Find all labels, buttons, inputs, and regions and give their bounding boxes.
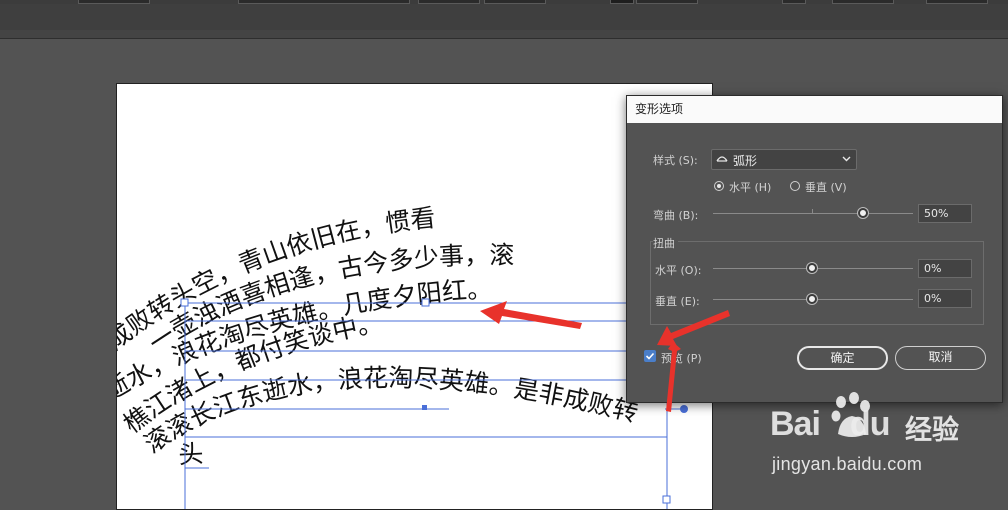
warped-text-line: 头 xyxy=(178,439,204,469)
distortion-group xyxy=(650,241,984,325)
preview-label: 预览 (P) xyxy=(661,352,702,365)
style-label: 样式 (S): xyxy=(653,154,698,167)
distortion-group-label: 扭曲 xyxy=(653,235,678,251)
style-select[interactable]: 弧形 xyxy=(711,149,857,170)
vertical-distort-field[interactable]: 0% xyxy=(918,289,972,308)
document-tab-bar xyxy=(0,4,1008,39)
preview-checkbox[interactable] xyxy=(644,350,656,362)
watermark-chinese: 经验 xyxy=(905,415,959,446)
bend-label: 弯曲 (B): xyxy=(653,209,699,222)
warped-text-art[interactable]: 是非成败转头空，青山依旧在，惯看 一壶浊酒喜相逢，古今多少事，滚 。逝水，浪花淘… xyxy=(117,84,712,509)
watermark-url: jingyan.baidu.com xyxy=(772,454,923,474)
selection-handle[interactable] xyxy=(421,298,430,307)
radio-vertical-label: 垂直 (V) xyxy=(805,181,847,194)
selection-handle[interactable] xyxy=(662,495,671,504)
horizontal-distort-field[interactable]: 0% xyxy=(918,259,972,278)
artboard[interactable]: 是非成败转头空，青山依旧在，惯看 一壶浊酒喜相逢，古今多少事，滚 。逝水，浪花淘… xyxy=(116,83,713,510)
cancel-button[interactable]: 取消 xyxy=(895,346,986,370)
radio-vertical[interactable] xyxy=(790,181,800,191)
center-point xyxy=(422,405,427,410)
vertical-distort-knob[interactable] xyxy=(807,294,817,304)
warp-options-dialog: 变形选项 样式 (S): 弧形 水平 (H) 垂直 (V) 弯曲 (B): 50… xyxy=(626,95,1003,403)
chevron-down-icon xyxy=(842,156,851,162)
ok-button[interactable]: 确定 xyxy=(797,346,888,370)
horizontal-distort-label: 水平 (O): xyxy=(655,264,702,277)
arc-style-icon xyxy=(716,156,728,162)
baidu-paw-icon xyxy=(831,392,870,437)
radio-horizontal-label: 水平 (H) xyxy=(729,181,772,194)
dialog-title: 变形选项 xyxy=(627,96,1002,123)
radio-horizontal[interactable] xyxy=(714,181,724,191)
style-select-value: 弧形 xyxy=(733,154,758,168)
baidu-jingyan-watermark: Bai du 经验 jingyan.baidu.com xyxy=(770,390,1000,490)
bend-slider-center-tick xyxy=(812,209,813,214)
bend-slider[interactable] xyxy=(713,213,913,214)
selection-handle[interactable] xyxy=(180,298,189,307)
vertical-distort-label: 垂直 (E): xyxy=(655,295,700,308)
checkmark-icon xyxy=(645,352,655,360)
bend-slider-knob[interactable] xyxy=(858,208,868,218)
bend-value-field[interactable]: 50% xyxy=(918,204,972,223)
horizontal-distort-knob[interactable] xyxy=(807,263,817,273)
